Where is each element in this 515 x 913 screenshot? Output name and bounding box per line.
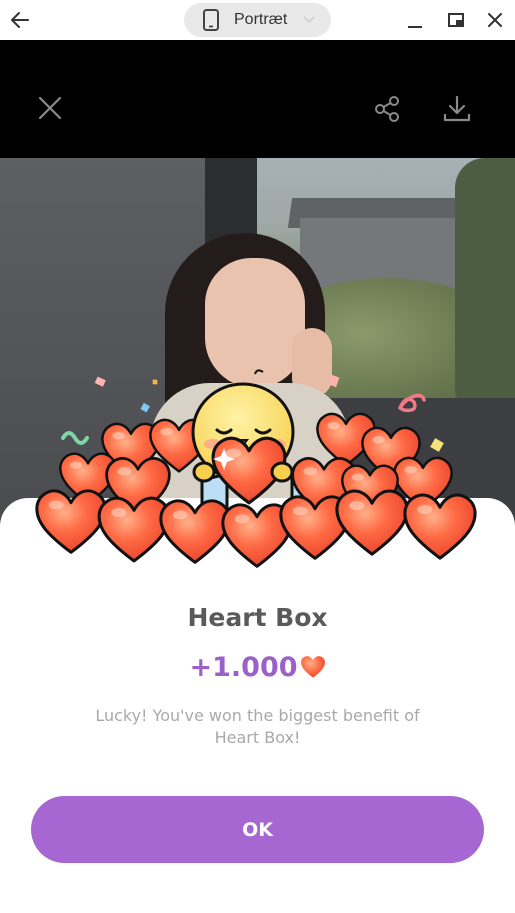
- heart-box-illustration: [35, 369, 477, 568]
- window-title-bar: Portræt: [0, 0, 515, 40]
- minimize-icon[interactable]: [403, 8, 427, 32]
- ok-button-label: OK: [242, 818, 273, 841]
- orientation-selector[interactable]: Portræt: [184, 3, 331, 37]
- orientation-label: Portræt: [234, 11, 288, 28]
- reward-amount-row: +1.000: [0, 650, 515, 684]
- download-icon[interactable]: [442, 94, 472, 124]
- heart-icon: [300, 656, 325, 678]
- viewer-top-bar: [0, 40, 515, 158]
- reward-amount: +1.000: [189, 651, 298, 683]
- share-icon[interactable]: [372, 94, 402, 124]
- phone-portrait-icon: [203, 9, 219, 31]
- arrow-left-icon[interactable]: [8, 8, 32, 32]
- ok-button[interactable]: OK: [31, 796, 484, 863]
- restore-window-icon[interactable]: [444, 8, 468, 32]
- reward-title: Heart Box: [187, 603, 328, 632]
- chevron-down-icon: [303, 16, 315, 24]
- reward-message: Lucky! You've won the biggest benefit of…: [95, 706, 420, 747]
- close-icon[interactable]: [36, 94, 64, 122]
- close-icon[interactable]: [483, 8, 507, 32]
